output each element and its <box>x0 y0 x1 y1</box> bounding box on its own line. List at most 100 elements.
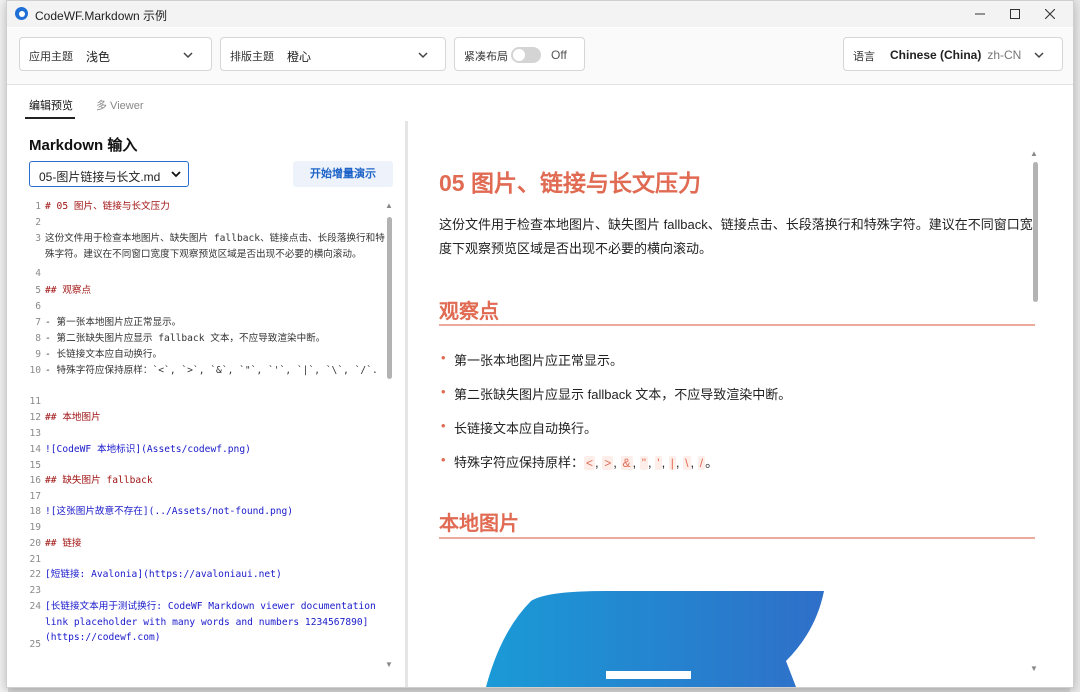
chevron-down-icon <box>183 52 193 59</box>
layout-theme-group: 排版主题 橙心 <box>220 37 446 71</box>
line-number: 14 <box>29 444 41 455</box>
tab-bar: 编辑预览 多 Viewer <box>7 85 1073 121</box>
title-bar: CodeWF.Markdown 示例 <box>7 1 1073 27</box>
chevron-down-icon <box>171 171 181 178</box>
markdown-textarea[interactable]: 1 # 05 图片、链接与长文压力 2 3 这份文件用于检查本地图片、缺失图片 fall… <box>7 199 387 671</box>
app-window: CodeWF.Markdown 示例 应用主题 浅色 排版主题 橙心 紧凑布局 … <box>6 0 1074 688</box>
line-text: - 长链接文本应自动换行。 <box>45 349 163 360</box>
app-theme-label: 应用主题 <box>29 51 73 63</box>
layout-theme-value: 橙心 <box>287 50 312 64</box>
special-chars-end: 。 <box>705 455 719 470</box>
inline-code-chip: \ <box>683 456 691 470</box>
chevron-down-icon <box>418 52 428 59</box>
line-number: 6 <box>35 301 41 312</box>
line-number: 17 <box>29 491 41 502</box>
list-item: • 长链接文本应自动换行。 <box>441 418 597 437</box>
line-number: 9 <box>35 349 41 360</box>
tab-multi-viewer[interactable]: 多 Viewer <box>96 97 143 113</box>
close-icon <box>1044 8 1056 20</box>
layout-theme-select[interactable]: 橙心 <box>281 42 439 66</box>
file-select[interactable]: 05-图片链接与长文.md <box>29 161 189 187</box>
scroll-up-arrow-icon[interactable]: ▲ <box>385 201 393 210</box>
line-number: 3 <box>35 233 41 244</box>
markdown-preview-panel: 05 图片、链接与长文压力 这份文件用于检查本地图片、缺失图片 fallback… <box>408 121 1073 687</box>
line-text: - 特殊字符应保持原样：`<`, `>`, `&`, `"`, `'`, `|`… <box>45 365 378 376</box>
language-name: Chinese (China) <box>890 48 982 62</box>
line-number: 22 <box>29 569 41 580</box>
app-theme-select[interactable]: 浅色 <box>80 42 206 66</box>
compact-layout-state: Off <box>551 48 567 62</box>
line-text: [短链接: Avalonia](https://avaloniaui.net) <box>45 569 282 580</box>
toolbar: 应用主题 浅色 排版主题 橙心 紧凑布局 Off 语言 Chinese (Chi… <box>7 28 1073 85</box>
line-text: # 05 图片、链接与长文压力 <box>45 201 170 212</box>
inline-code-chip: | <box>668 456 676 470</box>
preview-scrollbar[interactable]: ▲ ▼ <box>1030 149 1040 673</box>
list-item-text: 第一张本地图片应正常显示。 <box>454 353 624 368</box>
layout-theme-label: 排版主题 <box>230 51 274 63</box>
line-text: - 第二张缺失图片应显示 fallback 文本，不应导致渲染中断。 <box>45 333 326 344</box>
list-item-text: 第二张缺失图片应显示 fallback 文本，不应导致渲染中断。 <box>454 387 792 402</box>
file-select-value: 05-图片链接与长文.md <box>39 170 161 184</box>
line-number: 25 <box>29 639 41 650</box>
app-theme-group: 应用主题 浅色 <box>19 37 212 71</box>
h2-divider <box>439 324 1035 326</box>
line-number: 23 <box>29 585 41 596</box>
maximize-button[interactable] <box>998 3 1032 25</box>
line-text: ## 缺失图片 fallback <box>45 475 153 486</box>
line-number: 20 <box>29 538 41 549</box>
line-text: - 第一张本地图片应正常显示。 <box>45 317 182 328</box>
close-button[interactable] <box>1033 3 1067 25</box>
line-number: 2 <box>35 217 41 228</box>
line-number: 18 <box>29 506 41 517</box>
start-incremental-demo-button[interactable]: 开始增量演示 <box>293 161 393 187</box>
language-select[interactable]: Chinese (China) zh-CN <box>884 42 1056 66</box>
line-number: 4 <box>35 268 41 279</box>
bullet: • <box>441 384 446 399</box>
scroll-up-arrow-icon[interactable]: ▲ <box>1030 149 1038 158</box>
line-number: 7 <box>35 317 41 328</box>
scroll-down-arrow-icon[interactable]: ▼ <box>1030 664 1038 673</box>
language-code: zh-CN <box>987 48 1022 62</box>
language-value: Chinese (China) zh-CN <box>890 48 1021 62</box>
line-number: 1 <box>35 201 41 212</box>
list-item-special-chars: • 特殊字符应保持原样： <, >, &, ", ', |, \, /。 <box>441 452 719 470</box>
line-text: ![CodeWF 本地标识](Assets/codewf.png) <box>45 444 251 455</box>
preview-h1: 05 图片、链接与长文压力 <box>439 170 701 196</box>
active-tab-indicator <box>25 117 75 119</box>
bullet: • <box>441 350 446 365</box>
preview-scroll-thumb[interactable] <box>1033 162 1038 302</box>
minimize-button[interactable] <box>963 3 997 25</box>
line-number: 11 <box>29 396 41 407</box>
inline-code-chip: / <box>697 456 706 470</box>
line-text: ![这张图片故意不存在](../Assets/not-found.png) <box>45 506 294 517</box>
editor-scrollbar[interactable]: ▲ ▼ <box>385 201 393 669</box>
compact-layout-label: 紧凑布局 <box>464 51 508 63</box>
tab-edit-preview[interactable]: 编辑预览 <box>29 97 73 113</box>
codewf-logo-image <box>486 591 824 687</box>
line-number: 19 <box>29 522 41 533</box>
bullet: • <box>441 418 446 433</box>
line-text: 这份文件用于检查本地图片、缺失图片 fallback、链接点击、长段落换行和特殊… <box>45 233 385 260</box>
line-number: 8 <box>35 333 41 344</box>
preview-h2-observe: 观察点 <box>439 301 499 323</box>
line-text: ## 观察点 <box>45 285 92 296</box>
inline-code-chip: " <box>639 456 649 470</box>
editor-scroll-thumb[interactable] <box>387 217 392 379</box>
line-number: 5 <box>35 285 41 296</box>
line-text: ## 链接 <box>45 538 82 549</box>
compact-layout-toggle[interactable] <box>511 47 541 63</box>
app-logo-icon <box>15 7 28 20</box>
inline-code-chip: & <box>620 456 633 470</box>
language-label: 语言 <box>853 51 875 63</box>
toggle-knob <box>513 49 525 61</box>
inline-code-chip: < <box>584 456 596 470</box>
line-number: 13 <box>29 428 41 439</box>
line-number: 10 <box>29 365 41 376</box>
minimize-icon <box>975 13 985 15</box>
editor-title: Markdown 输入 <box>29 137 138 154</box>
language-group: 语言 Chinese (China) zh-CN <box>843 37 1063 71</box>
list-item: • 第二张缺失图片应显示 fallback 文本，不应导致渲染中断。 <box>441 384 792 403</box>
line-text: [长链接文本用于测试换行: CodeWF Markdown viewer doc… <box>45 601 382 643</box>
compact-layout-group: 紧凑布局 Off <box>454 37 585 71</box>
scroll-down-arrow-icon[interactable]: ▼ <box>385 660 393 669</box>
